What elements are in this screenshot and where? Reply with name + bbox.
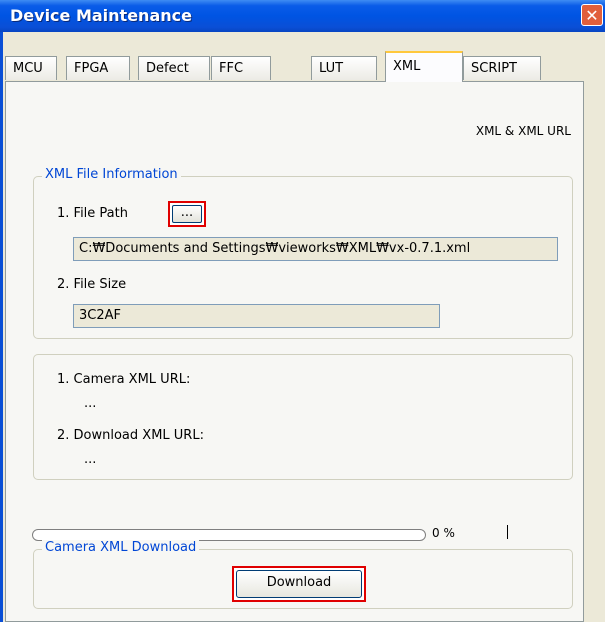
download-xml-url-label: 2. Download XML URL: <box>57 428 204 443</box>
status-divider <box>507 525 508 539</box>
tab-lut[interactable]: LUT <box>311 56 377 80</box>
file-size-field[interactable]: 3C2AF <box>73 304 440 328</box>
download-button-label: Download <box>236 570 362 598</box>
camera-xml-url-value: ... <box>84 396 97 411</box>
browse-button[interactable]: ... <box>168 201 206 227</box>
progress-percent: 0 % <box>432 526 455 540</box>
title-bar[interactable]: Device Maintenance ✕ <box>0 0 605 32</box>
tab-strip: MCU FPGA Defect FFC LUT XML SCRIPT <box>5 51 585 84</box>
tab-ffc[interactable]: FFC <box>211 56 271 80</box>
download-xml-url-value: ... <box>84 452 97 467</box>
group-title: XML File Information <box>42 167 181 182</box>
browse-button-label: ... <box>172 205 202 223</box>
camera-xml-url-label: 1. Camera XML URL: <box>57 372 191 387</box>
tab-defect[interactable]: Defect <box>138 56 210 80</box>
download-button[interactable]: Download <box>232 566 366 602</box>
window-title: Device Maintenance <box>10 6 192 25</box>
device-maintenance-window: Device Maintenance ✕ MCU FPGA Defect FFC… <box>0 0 605 622</box>
tab-fpga[interactable]: FPGA <box>66 56 130 80</box>
group-title: Camera XML Download <box>42 540 200 555</box>
tab-xml[interactable]: XML <box>385 51 463 82</box>
window-border <box>0 32 3 622</box>
close-icon[interactable]: ✕ <box>581 4 603 26</box>
file-size-label: 2. File Size <box>57 277 127 292</box>
file-path-label: 1. File Path <box>57 206 128 221</box>
tab-mcu[interactable]: MCU <box>5 56 57 80</box>
xml-url-heading: XML & XML URL <box>475 124 571 138</box>
tab-script[interactable]: SCRIPT <box>463 56 541 80</box>
file-path-field[interactable]: C:₩Documents and Settings₩vieworks₩XML₩v… <box>73 237 558 261</box>
